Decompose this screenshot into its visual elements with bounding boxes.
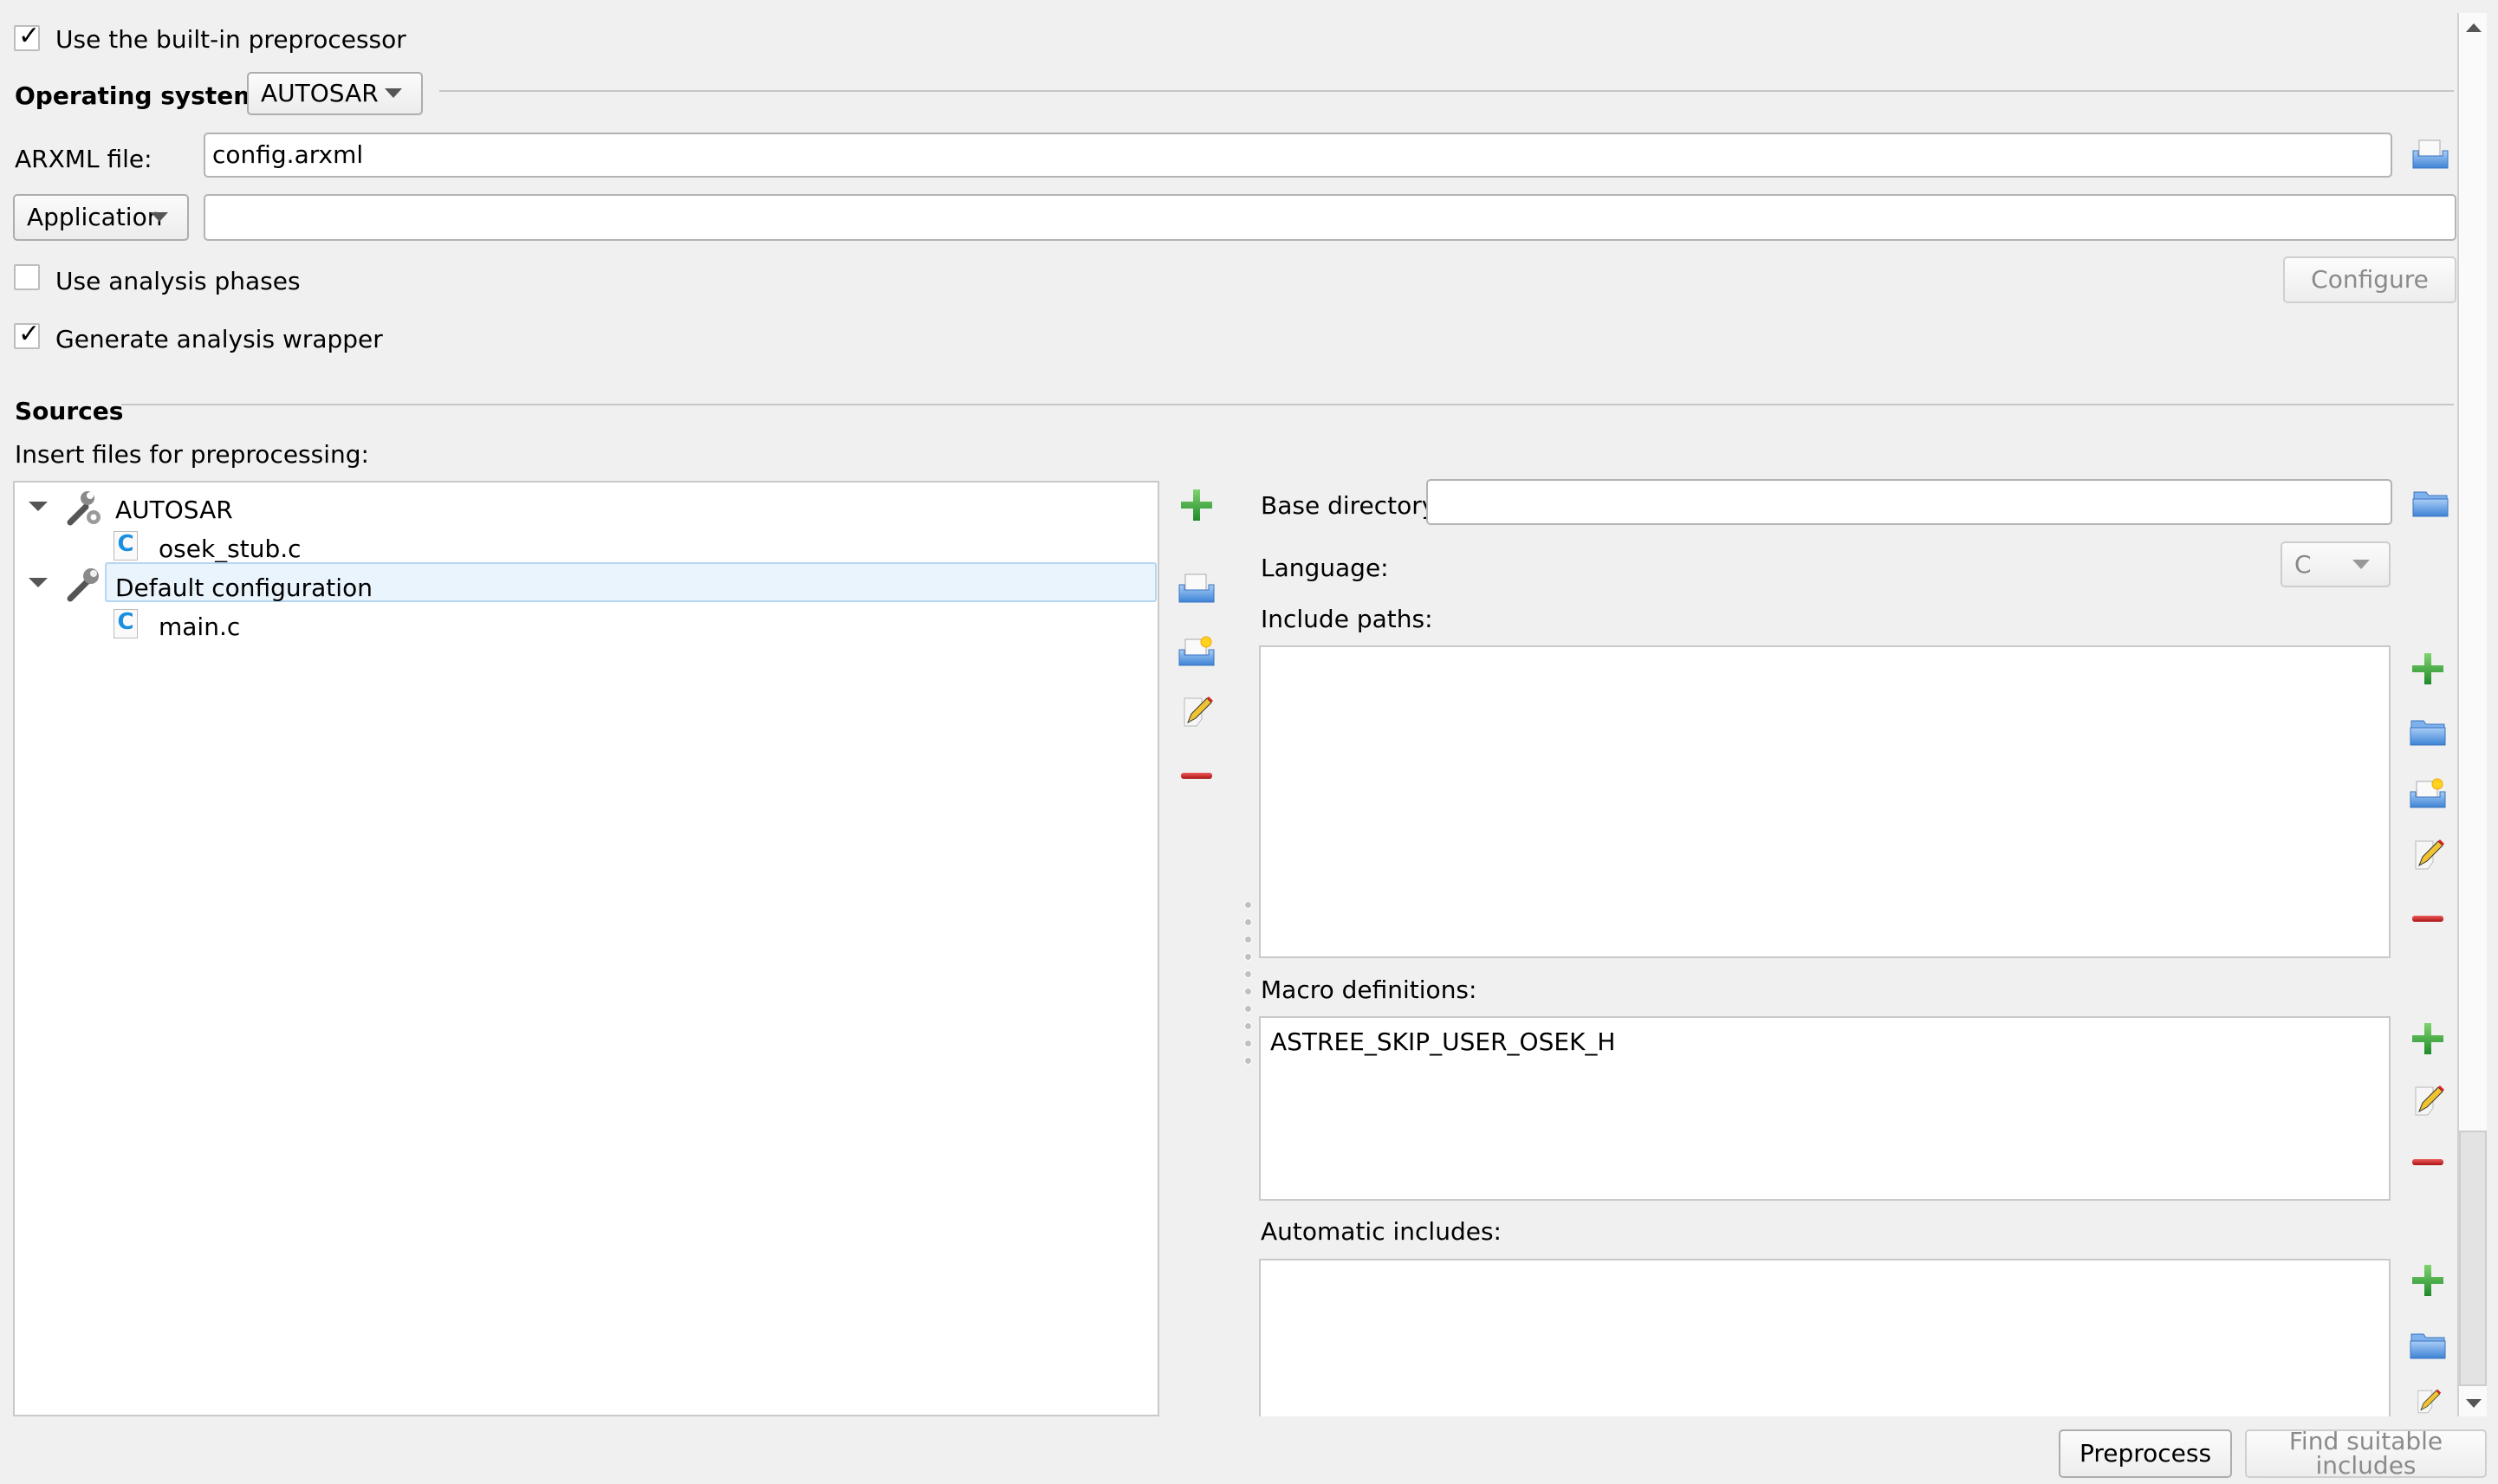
add-icon[interactable] <box>2409 1263 2447 1298</box>
tree-node-osek-stub[interactable]: osek_stub.c <box>159 537 302 561</box>
edit-icon[interactable] <box>1178 695 1216 729</box>
preprocess-button[interactable]: Preprocess <box>2059 1429 2232 1478</box>
find-suitable-includes-button[interactable]: Find suitable includes <box>2245 1429 2487 1478</box>
use-builtin-preprocessor-checkbox[interactable]: ✓ <box>14 21 41 51</box>
application-dropdown-value: Application <box>27 203 163 231</box>
tree-node-main-c[interactable]: main.c <box>159 615 240 639</box>
checkmark-icon: ✓ <box>18 21 41 51</box>
scroll-up-arrow-icon[interactable] <box>2466 23 2482 32</box>
folder-icon[interactable] <box>2409 1327 2447 1362</box>
arxml-file-input[interactable]: config.arxml <box>204 133 2392 178</box>
generate-analysis-wrapper-checkbox[interactable]: ✓ <box>14 319 41 349</box>
expand-arrow-icon[interactable] <box>29 578 48 587</box>
operating-system-dropdown[interactable]: AUTOSAR <box>247 72 423 115</box>
operating-system-label: Operating system: <box>15 81 269 110</box>
folder-icon[interactable] <box>2411 485 2449 520</box>
section-divider <box>439 90 2454 92</box>
arxml-file-label: ARXML file: <box>15 145 152 173</box>
application-dropdown[interactable]: Application <box>13 194 189 241</box>
configure-button[interactable]: Configure <box>2283 256 2456 303</box>
source-tree[interactable]: AUTOSAR C osek_stub.c Default configurat… <box>13 481 1159 1416</box>
insert-files-label: Insert files for preprocessing: <box>15 440 369 469</box>
wrench-gear-icon <box>65 489 103 528</box>
splitter-handle[interactable] <box>1244 901 1255 1074</box>
automatic-includes-list[interactable] <box>1259 1259 2391 1416</box>
base-directory-label: Base directory: <box>1261 491 1443 520</box>
configure-button-label: Configure <box>2311 265 2429 294</box>
edit-icon[interactable] <box>2409 1388 2447 1416</box>
add-icon[interactable] <box>1178 488 1216 522</box>
find-suitable-includes-label: Find suitable includes <box>2288 1427 2443 1480</box>
new-file-icon[interactable] <box>2409 776 2447 811</box>
remove-icon[interactable] <box>2409 1145 2447 1180</box>
use-builtin-preprocessor-label: Use the built-in preprocessor <box>55 25 406 54</box>
use-analysis-phases-label: Use analysis phases <box>55 267 301 295</box>
sources-divider <box>121 404 2454 405</box>
application-input[interactable] <box>204 194 2456 241</box>
chevron-down-icon <box>2352 559 2370 569</box>
preprocess-button-label: Preprocess <box>2079 1439 2212 1468</box>
macro-definitions-list[interactable]: ASTREE_SKIP_USER_OSEK_H <box>1259 1016 2391 1201</box>
expand-arrow-icon[interactable] <box>29 502 48 511</box>
include-paths-list[interactable] <box>1259 645 2391 958</box>
automatic-includes-label: Automatic includes: <box>1261 1217 1502 1246</box>
open-file-icon[interactable] <box>2411 137 2449 172</box>
c-file-icon: C <box>114 609 138 638</box>
macro-definitions-label: Macro definitions: <box>1261 975 1477 1004</box>
new-file-icon[interactable] <box>1178 634 1216 669</box>
use-analysis-phases-checkbox[interactable] <box>14 264 40 290</box>
vertical-scrollbar[interactable] <box>2457 13 2487 1416</box>
macro-item[interactable]: ASTREE_SKIP_USER_OSEK_H <box>1270 1030 1615 1054</box>
language-label: Language: <box>1261 554 1389 582</box>
checkmark-icon: ✓ <box>18 319 41 349</box>
sources-heading: Sources <box>15 397 124 425</box>
base-directory-input[interactable] <box>1426 479 2392 525</box>
tree-node-default-configuration[interactable]: Default configuration <box>115 576 373 600</box>
add-icon[interactable] <box>2409 651 2447 686</box>
folder-icon[interactable] <box>2409 714 2447 748</box>
scroll-down-arrow-icon[interactable] <box>2466 1399 2482 1408</box>
add-icon[interactable] <box>2409 1021 2447 1056</box>
arxml-file-value: config.arxml <box>212 140 364 169</box>
operating-system-value: AUTOSAR <box>261 79 379 107</box>
chevron-down-icon <box>151 212 168 222</box>
generate-analysis-wrapper-label: Generate analysis wrapper <box>55 325 383 353</box>
include-paths-label: Include paths: <box>1261 605 1433 633</box>
wrench-icon <box>65 566 103 604</box>
scrollbar-thumb[interactable] <box>2459 1131 2487 1386</box>
c-file-icon: C <box>114 531 138 561</box>
language-dropdown[interactable]: C <box>2281 541 2391 587</box>
language-value: C <box>2294 549 2312 579</box>
chevron-down-icon <box>385 88 402 98</box>
tree-node-autosar[interactable]: AUTOSAR <box>115 498 233 522</box>
edit-icon[interactable] <box>2409 1084 2447 1118</box>
open-file-icon[interactable] <box>1178 571 1216 606</box>
remove-icon[interactable] <box>2409 902 2447 936</box>
edit-icon[interactable] <box>2409 838 2447 872</box>
remove-icon[interactable] <box>1178 759 1216 794</box>
